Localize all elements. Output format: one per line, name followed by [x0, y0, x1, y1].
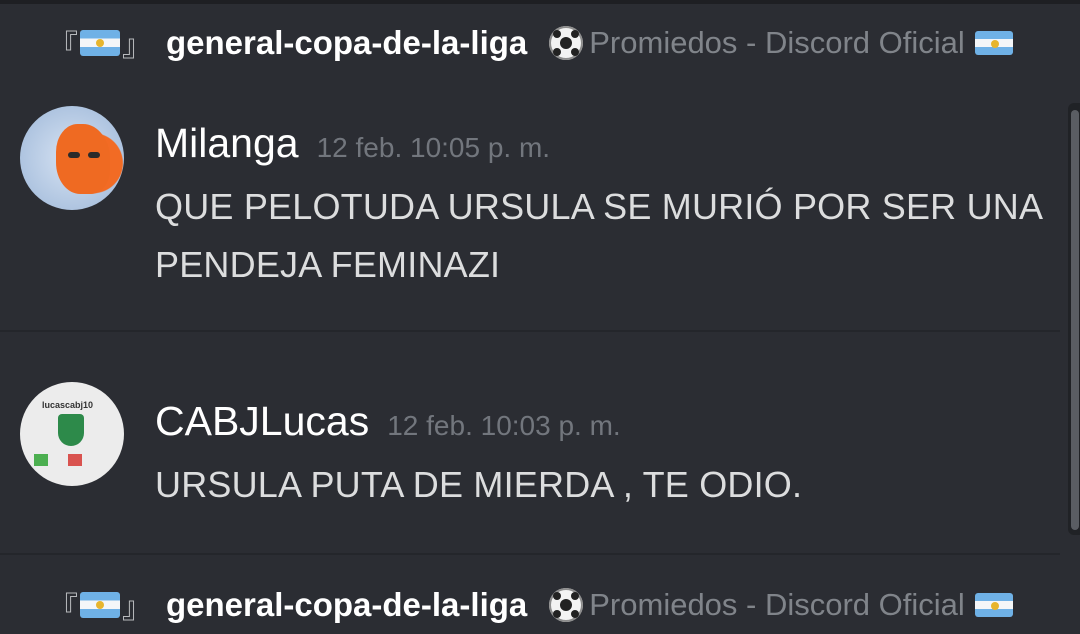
message-header: CABJLucas 12 feb. 10:03 p. m.	[155, 398, 621, 445]
timestamp: 12 feb. 10:03 p. m.	[387, 410, 621, 441]
scrollbar-thumb[interactable]	[1071, 110, 1079, 530]
bracket-close: 』	[122, 29, 152, 64]
channel-header[interactable]: 『 』 general-copa-de-la-liga Promiedos - …	[48, 18, 1015, 68]
green-square-icon	[34, 454, 48, 466]
channel-name[interactable]: general-copa-de-la-liga	[166, 586, 527, 624]
avatar-eye	[68, 152, 80, 158]
bracket-close: 』	[122, 591, 152, 626]
argentina-flag-icon	[80, 30, 120, 56]
avatar-fox-face	[56, 124, 110, 194]
soccer-ball-icon	[549, 588, 584, 622]
message-text: QUE PELOTUDA URSULA SE MURIÓ POR SER UNA…	[155, 186, 1042, 285]
channel-header[interactable]: 『 』 general-copa-de-la-liga Promiedos - …	[48, 580, 1015, 630]
argentina-flag-icon	[80, 592, 120, 618]
top-border	[0, 0, 1080, 4]
bracket-open: 『	[48, 29, 78, 64]
avatar[interactable]	[20, 106, 124, 210]
red-square-icon	[68, 454, 82, 466]
username[interactable]: CABJLucas	[155, 398, 369, 445]
message-text: URSULA PUTA DE MIERDA , TE ODIO.	[155, 464, 803, 505]
argentina-flag-icon	[974, 593, 1013, 617]
argentina-flag-icon	[974, 31, 1013, 55]
bracket-open: 『	[48, 591, 78, 626]
username[interactable]: Milanga	[155, 120, 299, 167]
avatar-eye	[88, 152, 100, 158]
server-name[interactable]: Promiedos - Discord Oficial	[589, 587, 965, 623]
avatar[interactable]: lucascabj10	[20, 382, 124, 486]
server-name[interactable]: Promiedos - Discord Oficial	[589, 25, 965, 61]
soccer-ball-icon	[549, 26, 584, 60]
message[interactable]: Milanga 12 feb. 10:05 p. m. QUE PELOTUDA…	[0, 106, 1060, 332]
shield-icon	[58, 414, 84, 446]
avatar-text: lucascabj10	[42, 400, 94, 410]
message-header: Milanga 12 feb. 10:05 p. m.	[155, 120, 550, 167]
message[interactable]: lucascabj10 CABJLucas 12 feb. 10:03 p. m…	[0, 382, 1060, 552]
channel-name[interactable]: general-copa-de-la-liga	[166, 24, 527, 62]
message-divider	[0, 553, 1060, 555]
timestamp: 12 feb. 10:05 p. m.	[316, 132, 551, 163]
message-divider	[0, 330, 1060, 332]
